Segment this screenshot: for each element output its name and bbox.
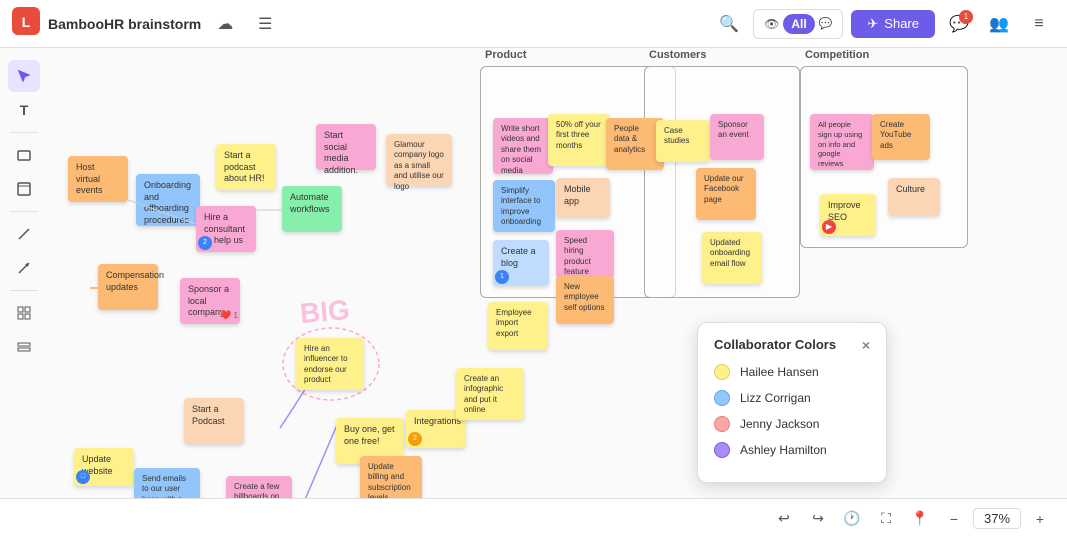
menu-icon[interactable]: ☰ [249,8,281,40]
sticky-start-podcast[interactable]: Start a Podcast [184,398,244,444]
sticky-improve-seo[interactable]: Improve SEO ▶ [820,194,876,236]
logo: L [12,7,40,40]
badge-update-website: □ [76,470,90,484]
search-icon[interactable]: 🔍 [713,8,745,40]
collab-item-lizz: Lizz Corrigan [714,390,870,406]
undo-button[interactable]: ↩ [769,504,799,534]
toolbar-divider-1 [10,132,38,133]
sticky-create-blog[interactable]: Create a blog 1 [493,240,549,286]
sticky-social-media[interactable]: Start social media addition. [316,124,376,170]
left-toolbar: T [8,60,40,363]
collab-dot-hailee [714,364,730,380]
header: L BambooHR brainstorm ☁ ☰ 🔍 👁 All 💬 ✈ Sh… [0,0,1067,48]
toolbar-divider-3 [10,290,38,291]
sticky-new-employee[interactable]: New employee self options [556,276,614,324]
badge-seo: ▶ [822,220,836,234]
share-button[interactable]: ✈ Share [851,10,935,38]
sticky-speed-hiring[interactable]: Speed hiring product feature [556,230,614,278]
sticky-update-facebook[interactable]: Update our Facebook page [696,168,756,220]
sticky-sponsor-event[interactable]: Sponsor an event [710,114,764,160]
zoom-out-button[interactable]: − [939,504,969,534]
sticky-hire-influencer[interactable]: Hire an influencer to endorse our produc… [296,338,364,390]
sticky-onboarding[interactable]: Onboarding and offboarding procedures [136,174,200,226]
sticky-sponsor-local[interactable]: Sponsor a local company ❤️1 [180,278,240,324]
big-text: BIG [299,294,351,330]
sticky-host-virtual-events[interactable]: Host virtual events [68,156,128,202]
text-tool[interactable]: T [8,94,40,126]
sticky-50-off[interactable]: 50% off your first three months [548,114,610,166]
sticky-case-studies[interactable]: Case studies [656,120,710,162]
line-tool[interactable] [8,218,40,250]
notification-badge: 1 [959,10,973,24]
zoom-in-button[interactable]: + [1025,504,1055,534]
collab-dot-ashley [714,442,730,458]
view-indicator[interactable]: 👁 All 💬 [753,9,843,39]
grid-tool[interactable] [8,297,40,329]
location-button[interactable]: 📍 [905,504,935,534]
app-title: BambooHR brainstorm [48,16,201,32]
people-icon[interactable]: 👥 [983,8,1015,40]
sticky-automate-workflows[interactable]: Automate workflows [282,186,342,232]
collab-name-lizz: Lizz Corrigan [740,391,811,405]
redo-button[interactable]: ↪ [803,504,833,534]
sticky-hire-consultant[interactable]: Hire a consultant to help us 2 [196,206,256,252]
layers-tool[interactable] [8,331,40,363]
zoom-level: 37% [973,508,1021,529]
arrow-tool[interactable] [8,252,40,284]
collab-name-ashley: Ashley Hamilton [740,443,827,457]
sticky-infographic[interactable]: Create an infographic and put it online [456,368,524,420]
history-button[interactable]: 🕐 [837,504,867,534]
sticky-youtube-ads[interactable]: Create YouTube ads [872,114,930,160]
collab-name-hailee: Hailee Hansen [740,365,819,379]
badge-integrations: 2 [408,432,422,446]
cloud-icon[interactable]: ☁ [209,8,241,40]
collab-item-ashley: Ashley Hamilton [714,442,870,458]
sticky-company-logo[interactable]: Glamour company logo as a small and util… [386,134,452,186]
toolbar-divider-2 [10,211,38,212]
collab-dot-lizz [714,390,730,406]
badge-hire-consultant: 2 [198,236,212,250]
heart-badge: ❤️1 [220,310,238,322]
collab-dot-jenny [714,416,730,432]
share-icon: ✈ [867,16,878,32]
sticky-employee-import[interactable]: Employee import export [488,302,548,350]
sticky-send-emails[interactable]: Send emails to our user base with a prom… [134,468,200,498]
sticky-simplify[interactable]: Simplify interface to improve onboarding [493,180,555,232]
all-badge: All [783,14,814,34]
sticky-compensation[interactable]: Compensation updates [98,264,158,310]
sticky-short-videos[interactable]: Write short videos and share them on soc… [493,118,553,174]
frame-product-label: Product [485,49,527,61]
bottom-toolbar: ↩ ↪ 🕐 ⛶ 📍 − 37% + [0,498,1067,538]
collab-name-jenny: Jenny Jackson [740,417,819,431]
sticky-update-website[interactable]: Update website □ [74,448,134,486]
collab-panel-header: Collaborator Colors × [714,337,870,352]
notification-button[interactable]: 💬 1 [943,8,975,40]
collab-item-jenny: Jenny Jackson [714,416,870,432]
fit-button[interactable]: ⛶ [871,504,901,534]
sticky-updated-onboarding[interactable]: Updated onboarding email flow [702,232,762,284]
collab-panel-close[interactable]: × [862,338,870,352]
rectangle-tool[interactable] [8,139,40,171]
sticky-mobile-app[interactable]: Mobile app [556,178,610,218]
collab-item-hailee: Hailee Hansen [714,364,870,380]
badge-create-blog: 1 [495,270,509,284]
sticky-all-people[interactable]: All people sign up using on info and goo… [810,114,874,170]
collaborator-colors-panel: Collaborator Colors × Hailee Hansen Lizz… [697,322,887,483]
frame-customers-label: Customers [649,49,706,61]
share-label: Share [884,16,919,31]
frame-tool[interactable] [8,173,40,205]
canvas[interactable]: Product Customers Competition BIG Host v… [0,48,1067,498]
sticky-billboards[interactable]: Create a few billboards on the highway [226,476,292,498]
svg-text:L: L [22,14,31,30]
frame-competition-label: Competition [805,49,869,61]
sticky-podcast-hr[interactable]: Start a podcast about HR! [216,144,276,190]
more-options-icon[interactable]: ≡ [1023,8,1055,40]
sticky-culture[interactable]: Culture [888,178,940,216]
collab-panel-title: Collaborator Colors [714,337,836,352]
sticky-update-billing[interactable]: Update billing and subscription levels [360,456,422,498]
select-tool[interactable] [8,60,40,92]
